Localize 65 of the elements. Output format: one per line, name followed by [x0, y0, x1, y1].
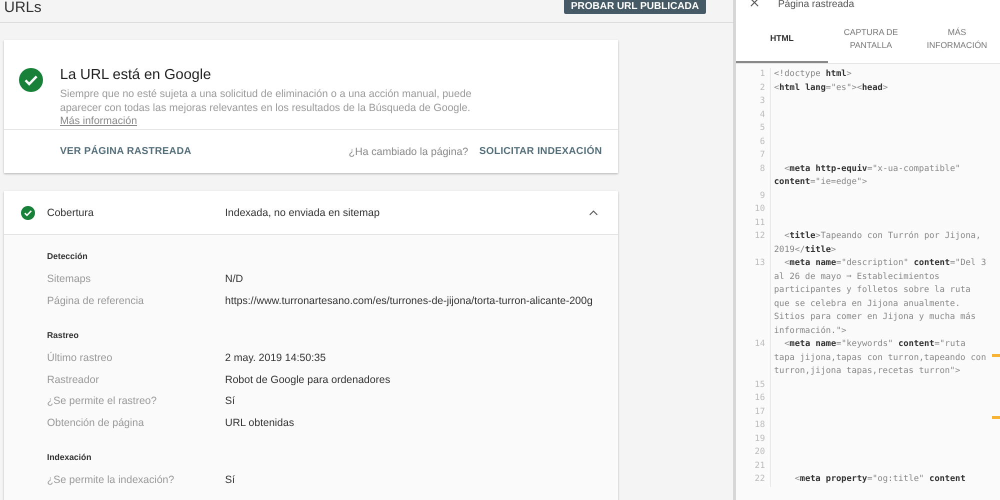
line-number: 2 [736, 82, 771, 95]
field-label: Último rastreo [47, 352, 114, 366]
coverage-label: Cobertura [47, 206, 95, 218]
section-heading: Indexación [47, 452, 92, 462]
field-label: ¿Se permite la indexación? [47, 474, 176, 488]
field-label: Sitemaps [47, 273, 92, 287]
panel-title: Página rastreada [778, 0, 854, 10]
line-number: 20 [736, 446, 771, 460]
line-number: 22 [736, 473, 771, 486]
code-line: <meta name="description" content="Del 3 al 26 de mayo ➞ Establecimientos participantes y folletos sobre la ruta que se celebra en Jijona anualmente. Sitios para comer en Jijona y mucha más información."> [773, 257, 988, 338]
line-number: 21 [736, 460, 771, 473]
request-indexing-button[interactable]: SOLICITAR INDEXACIÓN [479, 146, 602, 157]
field-label: Obtención de página [47, 416, 145, 430]
chevron-icon[interactable] [589, 210, 598, 216]
code-line: <title>Tapeando con Turrón por Jijona, 2019</title> [773, 230, 982, 256]
line-number: 6 [736, 136, 771, 149]
line-number: 8 [736, 162, 771, 190]
field-value: https://www.turronartesano.com/es/turrones-de-jijona/torta-turron-alicante-200g [225, 294, 593, 308]
line-number: 19 [736, 432, 771, 446]
code-line: <html lang="es"><head> [773, 82, 889, 94]
line-number: 11 [736, 216, 771, 230]
line-number: 16 [736, 392, 771, 406]
line-number: 4 [736, 108, 771, 122]
check-icon [19, 68, 43, 92]
status-title: La URL está en Google [60, 67, 212, 83]
section-heading: Detección [47, 251, 89, 261]
field-value: Robot de Google para ordenadores [225, 374, 390, 388]
line-number: 5 [736, 122, 771, 136]
changed-page-question: ¿Ha cambiado la página? [348, 146, 468, 158]
coverage-value: Indexada, no enviada en sitemap [225, 206, 381, 218]
code-line: <!doctype html> [773, 68, 853, 81]
field-value: URL obtenidas [225, 416, 294, 430]
view-crawled-page-button[interactable]: VER PÁGINA RASTREADA [60, 146, 192, 157]
field-value: 2 may. 2019 14:50:35 [225, 352, 326, 366]
line-number: 1 [736, 68, 771, 82]
line-number: 15 [736, 378, 771, 392]
scroll-marker [992, 416, 1000, 419]
line-number: 10 [736, 203, 771, 216]
status-description: Siempre que no esté sujeta a una solicitud de eliminación o a una acción manual, puede aparecer con todas las mejoras relevantes en los resultados de la Búsqueda de Google. Más información [60, 88, 472, 129]
line-number: 9 [736, 190, 771, 203]
line-number: 3 [736, 95, 771, 108]
code-line: <meta http-equiv="x-ua-compatible" content="ie=edge"> [773, 162, 962, 189]
code-line: <meta property="og:title" content [794, 473, 966, 486]
tab[interactable]: CAPTURA DE PANTALLA [828, 16, 914, 63]
line-number: 7 [736, 149, 771, 162]
field-label: ¿Se permite el rastreo? [47, 395, 158, 409]
test-live-url-button[interactable]: PROBAR URL PUBLICADA [564, 0, 706, 14]
line-number: 12 [736, 230, 771, 257]
field-value: N/D [225, 273, 244, 287]
tab[interactable]: MÁS INFORMACIÓN [914, 16, 1000, 63]
field-value: Sí [225, 395, 235, 409]
code-line: <meta name="keywords" content="ruta tapa jijona,tapas con turron,tapeando con turron,jijona tapas,recetas turron"> [773, 338, 988, 378]
line-number: 13 [736, 257, 771, 338]
field-value: Sí [225, 474, 235, 488]
line-number: 17 [736, 406, 771, 419]
check-icon [21, 206, 35, 220]
page-title: URLs [4, 0, 42, 16]
line-number: 14 [736, 338, 771, 378]
section-heading: Rastreo [47, 330, 80, 340]
field-label: Rastreador [47, 374, 100, 388]
more-info-link[interactable]: Más información [60, 115, 138, 128]
close-icon[interactable] [750, 0, 759, 7]
field-label: Página de referencia [47, 294, 145, 308]
scroll-marker [992, 354, 1000, 357]
line-number: 18 [736, 419, 771, 432]
